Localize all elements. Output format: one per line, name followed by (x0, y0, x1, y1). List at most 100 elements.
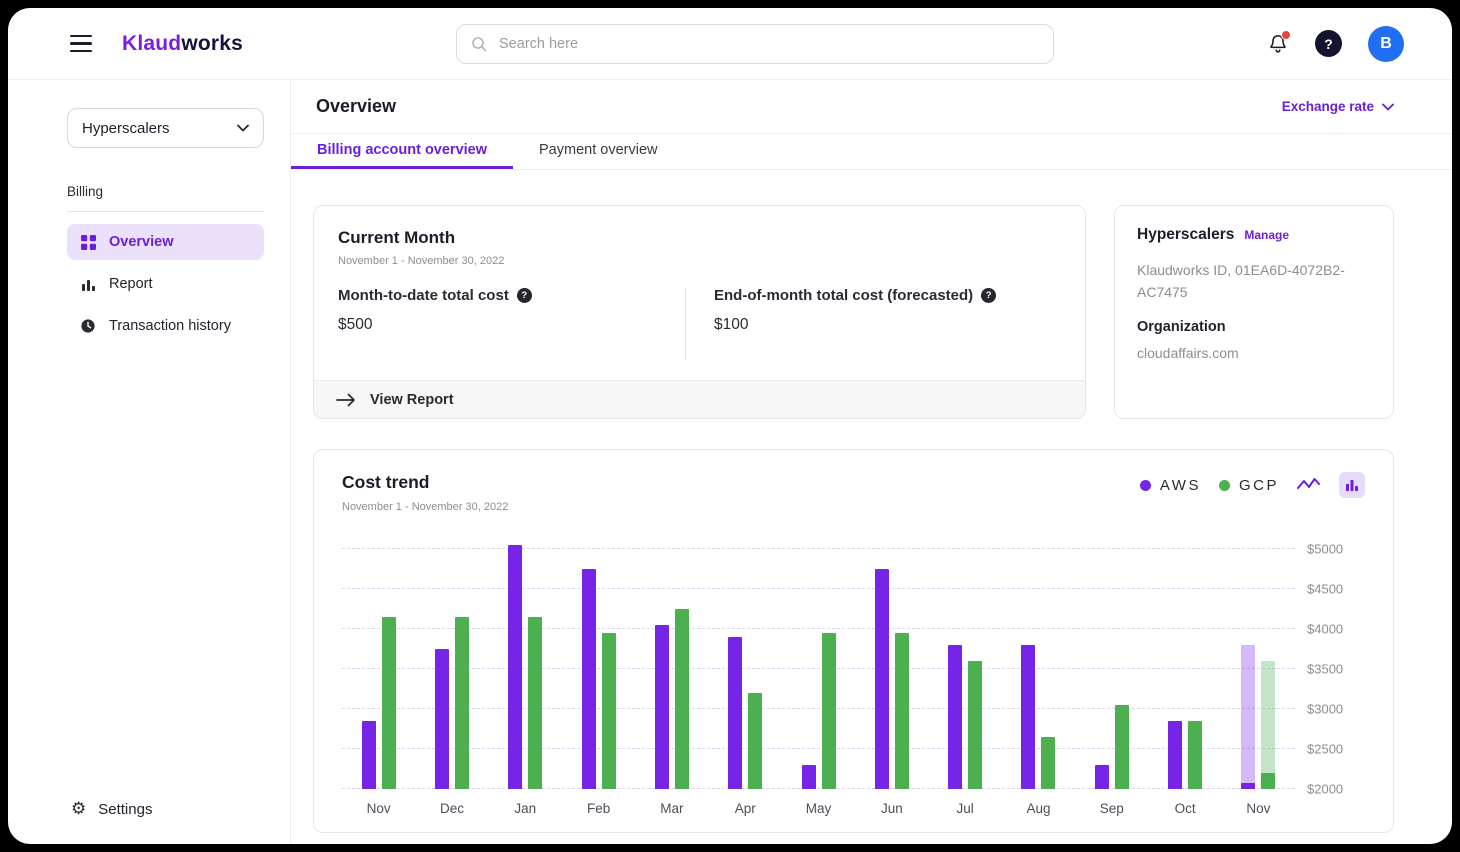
legend-dot-gcp (1218, 479, 1230, 491)
bar-gcp (968, 661, 983, 789)
bar-aws (1094, 765, 1109, 789)
view-report-button[interactable]: View Report (314, 380, 1085, 418)
bar-actual-aws (1241, 783, 1256, 789)
scope-selector-dropdown[interactable]: Hyperscalers (67, 108, 264, 148)
search-icon (471, 36, 487, 52)
bar-chart-toggle-icon[interactable] (1339, 472, 1365, 498)
app-window: Klaudworks ? B (8, 8, 1452, 844)
page-content: Current Month November 1 - November 30, … (291, 170, 1452, 844)
current-month-card: Current Month November 1 - November 30, … (313, 205, 1086, 419)
stat-value: $500 (338, 316, 373, 333)
tab-billing-account-overview[interactable]: Billing account overview (291, 134, 514, 169)
stat-value: $100 (714, 316, 749, 333)
bar-actual-gcp (1261, 773, 1276, 789)
settings-label: Settings (98, 801, 153, 818)
x-axis-label: Dec (439, 801, 464, 816)
sidebar-item-overview[interactable]: Overview (67, 224, 264, 260)
exchange-rate-dropdown[interactable]: Exchange rate (1282, 99, 1394, 114)
x-axis-label: Jan (514, 801, 537, 816)
search-input[interactable] (497, 34, 1040, 53)
line-chart-toggle-icon[interactable] (1297, 477, 1321, 493)
top-bar: Klaudworks ? B (8, 8, 1452, 80)
info-icon[interactable]: ? (516, 288, 532, 303)
legend-item-aws[interactable]: AWS (1139, 477, 1201, 494)
chart-ylabels: $5000 $4500 $4000 $3500 $3000 $2500 $2000 (1295, 539, 1365, 797)
notifications-bell-icon[interactable] (1267, 29, 1291, 55)
organization-value: cloudaffairs.com (1137, 345, 1239, 362)
tab-bar: Billing account overview Payment overvie… (291, 134, 1452, 170)
cost-trend-card: Cost trend November 1 - November 30, 202… (313, 449, 1394, 833)
main-area: Overview Exchange rate Billing account o… (291, 80, 1452, 844)
legend-dot-aws (1139, 479, 1151, 491)
bar-aws (728, 637, 743, 789)
bar-gcp (381, 617, 396, 789)
chart-body: $5000 $4500 $4000 $3500 $3000 $2500 $2000 (342, 539, 1365, 797)
bar-group (1075, 539, 1148, 789)
sidebar-item-settings[interactable]: ⚙ Settings (67, 801, 264, 819)
hamburger-menu-icon[interactable] (70, 34, 92, 53)
sidebar-menu: Overview Report Transaction history (67, 224, 264, 344)
x-axis-label: Nov (366, 801, 391, 816)
bar-aws (581, 569, 596, 789)
tab-payment-overview[interactable]: Payment overview (513, 134, 683, 169)
bar-aws (874, 569, 889, 789)
x-axis-label: Jul (956, 801, 974, 816)
search-bar[interactable] (456, 23, 1055, 64)
legend-item-gcp[interactable]: GCP (1218, 477, 1279, 494)
chart-title: Cost trend (342, 472, 430, 492)
bar-gcp (1261, 661, 1276, 789)
bar-aws (801, 765, 816, 789)
manage-link[interactable]: Manage (1244, 228, 1289, 242)
sidebar-item-report[interactable]: Report (67, 266, 264, 302)
bar-gcp (1041, 737, 1056, 789)
bar-aws (1241, 645, 1256, 789)
scope-selector-value: Hyperscalers (82, 119, 170, 137)
bar-aws (948, 645, 963, 789)
account-card-title: Hyperscalers (1137, 226, 1235, 243)
x-axis-label: Aug (1026, 801, 1051, 816)
y-axis-label: $4000 (1307, 621, 1344, 637)
bar-group (929, 539, 1002, 789)
bar-gcp (821, 633, 836, 789)
bar-group (489, 539, 562, 789)
help-icon[interactable]: ? (1314, 30, 1342, 57)
x-axis-label: Jun (880, 801, 903, 816)
chart-tools: AWS GCP (1139, 472, 1365, 498)
y-axis-label: $2500 (1307, 741, 1344, 757)
chart-date-range: November 1 - November 30, 2022 (342, 501, 509, 513)
bar-group (1002, 539, 1075, 789)
stat-end-of-month-forecast: End-of-month total cost (forecasted) ? $… (685, 287, 1061, 360)
sidebar-item-transaction-history[interactable]: Transaction history (67, 308, 264, 344)
x-axis-label: Oct (1174, 801, 1196, 816)
x-axis-label: Mar (660, 801, 684, 816)
bar-aws (1168, 721, 1183, 789)
bar-aws (434, 649, 449, 789)
info-icon[interactable]: ? (981, 288, 997, 303)
bar-gcp (454, 617, 469, 789)
chart-bars (342, 539, 1295, 789)
view-report-label: View Report (370, 391, 454, 408)
page-title: Overview (316, 96, 397, 116)
chevron-down-icon (237, 124, 249, 132)
exchange-rate-label: Exchange rate (1281, 99, 1374, 114)
user-avatar[interactable]: B (1367, 25, 1404, 62)
bar-group (415, 539, 488, 789)
stat-month-to-date: Month-to-date total cost ? $500 (338, 287, 685, 360)
arrow-right-icon (336, 393, 356, 407)
bar-group (635, 539, 708, 789)
logo-part-2: works (181, 31, 244, 55)
x-axis-label: Apr (734, 801, 756, 816)
bar-aws (1021, 645, 1036, 789)
notification-badge (1280, 29, 1291, 40)
bar-gcp (1188, 721, 1203, 789)
y-axis-label: $5000 (1307, 541, 1344, 557)
bar-group (709, 539, 782, 789)
bar-chart-icon (79, 277, 97, 292)
bar-group (782, 539, 855, 789)
bar-group (1148, 539, 1221, 789)
page-header: Overview Exchange rate (291, 80, 1452, 134)
sidebar-item-label: Overview (109, 234, 174, 250)
logo-part-1: Klaud (122, 31, 182, 55)
bar-group (562, 539, 635, 789)
account-id: Klaudworks ID, 01EA6D-4072B2-AC7475 (1137, 262, 1345, 300)
